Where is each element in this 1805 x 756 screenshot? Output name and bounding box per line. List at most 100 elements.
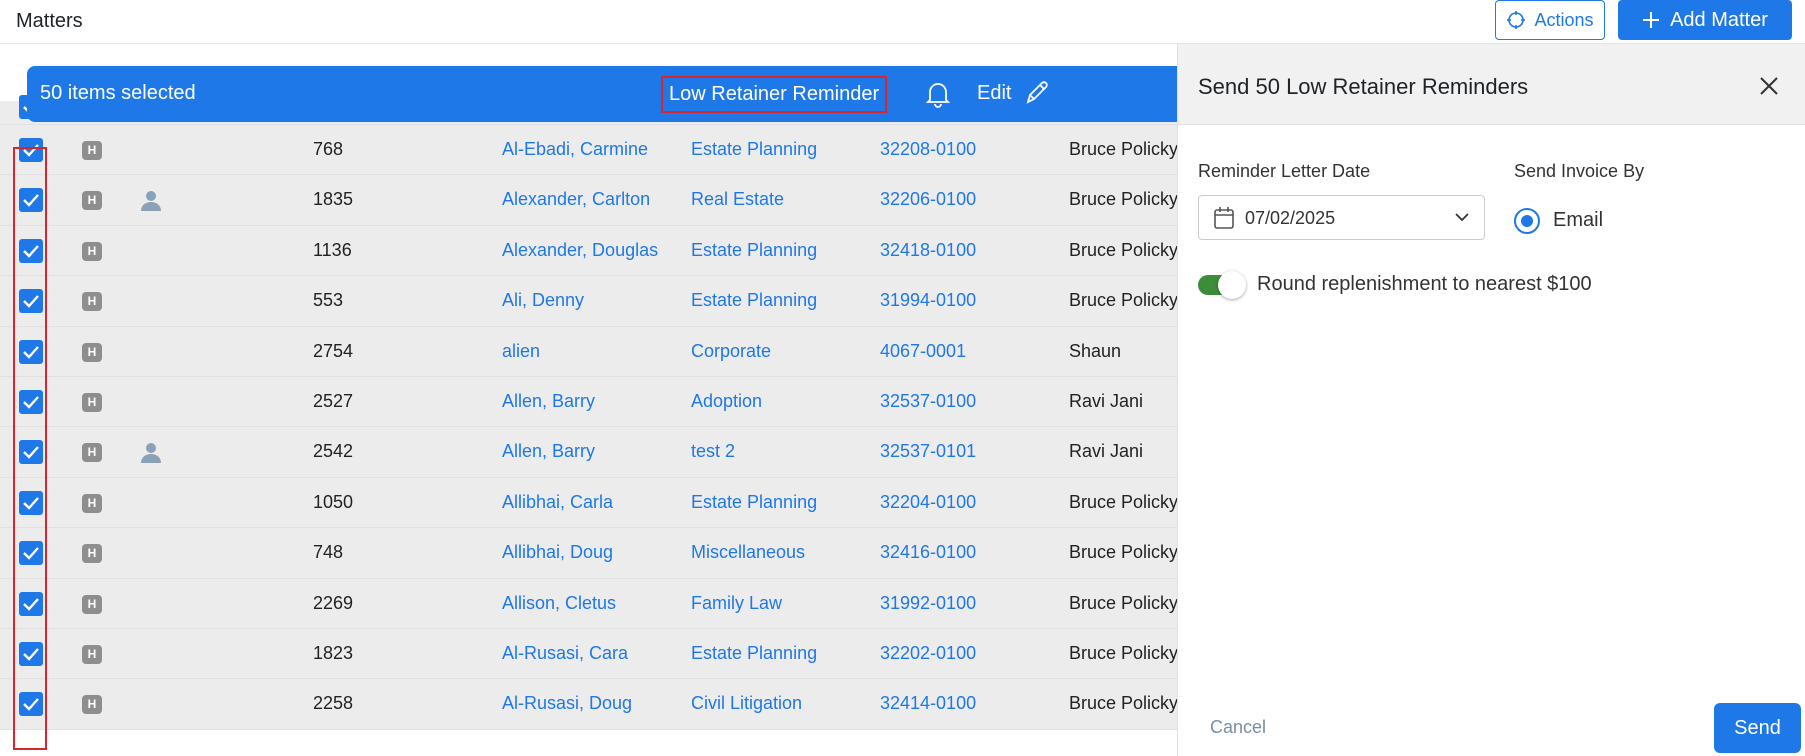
client-link[interactable]: Allen, Barry — [502, 441, 595, 462]
practice-area-link[interactable]: Estate Planning — [691, 643, 817, 664]
checkmark-icon — [23, 446, 39, 460]
close-icon[interactable] — [1758, 75, 1780, 97]
row-checkbox[interactable] — [19, 188, 43, 213]
reminder-date-picker[interactable]: 07/02/2025 — [1198, 195, 1485, 240]
matter-no-link[interactable]: 32204-0100 — [880, 492, 976, 513]
bell-icon[interactable] — [925, 80, 951, 108]
table-row[interactable]: H 768 Al-Ebadi, Carmine Estate Planning 3220… — [0, 125, 1177, 176]
table-row[interactable]: H 1823 Al-Rusasi, Cara Estate Planning 32202… — [0, 628, 1177, 680]
client-link[interactable]: Allibhai, Doug — [502, 542, 613, 563]
matter-no-link[interactable]: 32537-0101 — [880, 441, 976, 462]
client-link[interactable]: Al-Rusasi, Doug — [502, 693, 632, 714]
row-checkbox[interactable] — [19, 339, 43, 364]
responsible-attorney: Bruce Policky — [1069, 491, 1177, 512]
responsible-attorney: Bruce Policky — [1069, 592, 1177, 613]
client-link[interactable]: Al-Rusasi, Cara — [502, 643, 628, 664]
table-row[interactable]: H 553 Ali, Denny Estate Planning 31994-0100 B… — [0, 276, 1177, 327]
row-checkbox[interactable] — [19, 389, 43, 414]
checkmark-icon — [23, 648, 39, 661]
responsible-attorney: Bruce Policky — [1069, 542, 1177, 563]
practice-area-link[interactable]: Estate Planning — [691, 240, 817, 261]
matter-number: 1136 — [313, 239, 352, 260]
edit-button[interactable]: Edit — [977, 82, 1011, 105]
matter-no-link[interactable]: 32206-0100 — [880, 189, 976, 210]
row-checkbox[interactable] — [19, 692, 43, 717]
responsible-attorney: Shaun — [1069, 340, 1122, 361]
client-link[interactable]: Allibhai, Carla — [502, 492, 613, 513]
matter-no-link[interactable]: 32202-0100 — [880, 643, 976, 664]
practice-area-link[interactable]: Adoption — [691, 391, 762, 412]
responsible-attorney: Bruce Policky — [1069, 693, 1177, 714]
row-checkbox[interactable] — [19, 289, 43, 314]
client-link[interactable]: Alexander, Carlton — [502, 189, 650, 210]
table-row[interactable]: H 1050 Allibhai, Carla Estate Planning 32204… — [0, 477, 1177, 529]
checkmark-icon — [23, 396, 39, 409]
practice-area-link[interactable]: test 2 — [691, 441, 735, 462]
row-checkbox[interactable] — [19, 541, 43, 566]
row-checkbox[interactable] — [19, 440, 43, 465]
matter-no-link[interactable]: 31992-0100 — [880, 593, 976, 614]
send-reminders-panel: Send 50 Low Retainer Reminders Reminder … — [1177, 44, 1805, 756]
actions-button[interactable]: Actions — [1495, 0, 1605, 40]
matter-no-link[interactable]: 32414-0100 — [880, 693, 976, 714]
row-checkbox[interactable] — [19, 490, 43, 515]
client-link[interactable]: Ali, Denny — [502, 290, 584, 311]
person-icon-wrap — [139, 189, 163, 218]
client-link[interactable]: Al-Ebadi, Carmine — [502, 139, 648, 160]
client-link[interactable]: alien — [502, 341, 540, 362]
row-checkbox[interactable] — [19, 238, 43, 263]
client-link[interactable]: Allison, Cletus — [502, 593, 616, 614]
practice-area-link[interactable]: Estate Planning — [691, 139, 817, 160]
top-header: Matters Actions Add Matter — [0, 0, 1805, 44]
pencil-icon[interactable] — [1022, 78, 1052, 108]
matter-no-link[interactable]: 32208-0100 — [880, 139, 976, 160]
practice-area-link[interactable]: Estate Planning — [691, 290, 817, 311]
practice-area-link[interactable]: Family Law — [691, 593, 782, 614]
send-button[interactable]: Send — [1714, 703, 1801, 753]
client-link[interactable]: Allen, Barry — [502, 391, 595, 412]
round-replenishment-toggle[interactable] — [1198, 271, 1246, 299]
table-row[interactable]: H 1835 Alexander, Carlton Real Estate 32206-… — [0, 175, 1177, 226]
selected-count: 50 items selected — [40, 82, 196, 104]
practice-area-link[interactable]: Estate Planning — [691, 492, 817, 513]
h-badge: H — [82, 443, 102, 463]
matter-no-link[interactable]: 4067-0001 — [880, 341, 966, 362]
low-retainer-reminder-button[interactable]: Low Retainer Reminder — [661, 76, 888, 113]
table-row[interactable]: H 1136 Alexander, Douglas Estate Planning 32… — [0, 225, 1177, 277]
matter-no-link[interactable]: 31994-0100 — [880, 290, 976, 311]
matter-no-link[interactable]: 32537-0100 — [880, 391, 976, 412]
table-row[interactable]: H 2527 Allen, Barry Adoption 32537-0100 Ravi … — [0, 376, 1177, 428]
checkmark-icon — [23, 345, 39, 359]
matter-number: 1835 — [313, 189, 354, 210]
practice-area-link[interactable]: Civil Litigation — [691, 693, 802, 714]
responsible-attorney: Ravi Jani — [1069, 390, 1144, 411]
practice-area-link[interactable]: Corporate — [691, 341, 771, 362]
row-checkbox[interactable] — [19, 591, 43, 616]
table-row[interactable]: H 2542 Allen, Barry test 2 32537-0101 Ravi Ja… — [0, 427, 1177, 478]
panel-header: Send 50 Low Retainer Reminders — [1178, 44, 1805, 125]
table-row[interactable]: H 2754 alien Corporate 4067-0001 Shaun — [0, 326, 1177, 377]
practice-area-link[interactable]: Real Estate — [691, 189, 784, 210]
client-link[interactable]: Alexander, Douglas — [502, 240, 658, 261]
responsible-attorney: Ravi Jani — [1069, 441, 1144, 462]
matter-number: 1823 — [313, 642, 354, 663]
table-row[interactable]: H 2258 Al-Rusasi, Doug Civil Litigation 3241… — [0, 679, 1177, 730]
practice-area-link[interactable]: Miscellaneous — [691, 542, 805, 563]
add-matter-button[interactable]: Add Matter — [1618, 0, 1792, 40]
row-checkbox[interactable] — [19, 138, 43, 162]
table-row[interactable]: H 2269 Allison, Cletus Family Law 31992-0100… — [0, 578, 1177, 629]
responsible-attorney: Bruce Policky — [1069, 139, 1177, 159]
row-checkbox[interactable] — [19, 641, 43, 666]
table-row[interactable]: H 748 Allibhai, Doug Miscellaneous 32416-010… — [0, 528, 1177, 579]
calendar-icon — [1214, 207, 1234, 229]
plus-icon — [1643, 12, 1660, 28]
matter-number: 768 — [313, 139, 344, 159]
matter-no-link[interactable]: 32416-0100 — [880, 542, 976, 563]
page-title: Matters — [16, 10, 83, 32]
table-rows: H2093Akinfenwa, CarolEstate Planning3221… — [0, 85, 1177, 730]
matter-no-link[interactable]: 32418-0100 — [880, 240, 976, 261]
matter-number: 553 — [313, 290, 344, 311]
checkmark-icon — [23, 698, 39, 712]
cancel-button[interactable]: Cancel — [1210, 717, 1266, 738]
email-radio[interactable] — [1514, 208, 1540, 234]
